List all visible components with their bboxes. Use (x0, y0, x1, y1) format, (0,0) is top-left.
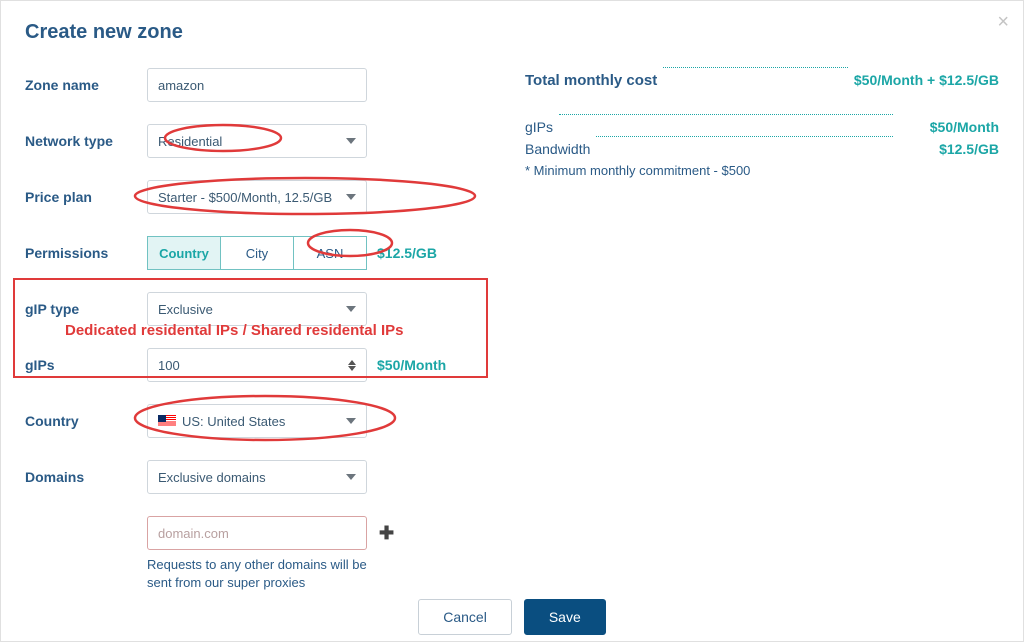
domain-placeholder: domain.com (158, 526, 229, 541)
permissions-price: $12.5/GB (377, 245, 437, 261)
total-cost-value: $50/Month + $12.5/GB (854, 72, 999, 88)
total-cost-label: Total monthly cost (525, 72, 657, 89)
annotation-text: Dedicated residental IPs / Shared reside… (65, 322, 403, 339)
modal-title: Create new zone (25, 21, 999, 44)
country-select[interactable]: US: United States (147, 404, 367, 438)
permissions-label: Permissions (25, 245, 147, 261)
gips-cost-label: gIPs (525, 119, 553, 135)
network-type-value: Residential (158, 134, 222, 149)
permissions-tab-city[interactable]: City (221, 237, 294, 269)
dots-separator (559, 114, 893, 115)
country-label: Country (25, 413, 147, 429)
modal-body: Zone name amazon Network type Residentia… (25, 68, 999, 592)
permissions-segmented: Country City ASN (147, 236, 367, 270)
zone-name-value: amazon (158, 78, 204, 93)
cost-summary: Total monthly cost $50/Month + $12.5/GB … (525, 68, 999, 592)
price-plan-label: Price plan (25, 189, 147, 205)
dots-separator (663, 67, 848, 68)
chevron-down-icon (346, 418, 356, 424)
form-column: Zone name amazon Network type Residentia… (25, 68, 485, 592)
zone-name-label: Zone name (25, 77, 147, 93)
flag-us-icon (158, 415, 176, 427)
network-type-select[interactable]: Residential (147, 124, 367, 158)
modal-footer: Cancel Save (25, 592, 999, 641)
domains-label: Domains (25, 469, 147, 485)
network-type-label: Network type (25, 133, 147, 149)
price-plan-value: Starter - $500/Month, 12.5/GB (158, 190, 332, 205)
chevron-down-icon (346, 194, 356, 200)
country-value: US: United States (182, 414, 285, 429)
domains-value: Exclusive domains (158, 470, 266, 485)
domains-select[interactable]: Exclusive domains (147, 460, 367, 494)
zone-name-input[interactable]: amazon (147, 68, 367, 102)
bw-cost-label: Bandwidth (525, 141, 590, 157)
dots-separator (596, 136, 893, 137)
domain-input[interactable]: domain.com (147, 516, 367, 550)
bw-cost-value: $12.5/GB (899, 141, 999, 157)
save-button[interactable]: Save (524, 599, 606, 635)
permissions-tab-country[interactable]: Country (148, 237, 221, 269)
gips-cost-value: $50/Month (899, 119, 999, 135)
chevron-down-icon (346, 138, 356, 144)
domains-hint: Requests to any other domains will be se… (147, 556, 387, 592)
permissions-tab-asn[interactable]: ASN (294, 237, 366, 269)
price-plan-select[interactable]: Starter - $500/Month, 12.5/GB (147, 180, 367, 214)
cancel-button[interactable]: Cancel (418, 599, 512, 635)
add-domain-icon[interactable]: ✚ (379, 523, 394, 544)
chevron-down-icon (346, 474, 356, 480)
min-commitment-note: * Minimum monthly commitment - $500 (525, 163, 999, 178)
create-zone-modal: × Create new zone Zone name amazon Netwo… (0, 0, 1024, 642)
close-icon[interactable]: × (997, 11, 1009, 34)
